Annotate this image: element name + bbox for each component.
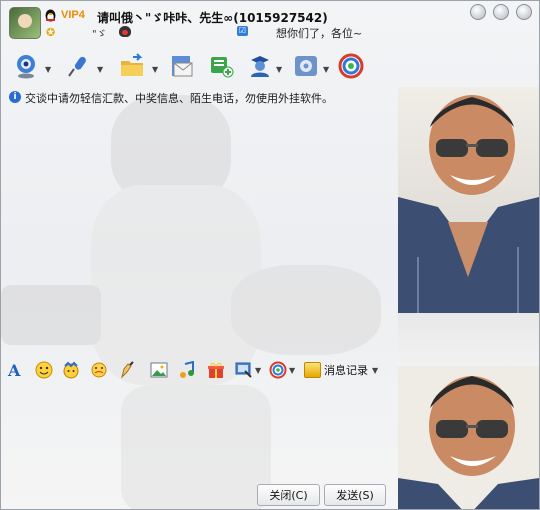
music-note-icon bbox=[180, 360, 194, 378]
magic-emoticon-button[interactable] bbox=[62, 361, 80, 379]
apps-button[interactable] bbox=[247, 53, 275, 79]
main-toolbar: ▼ ▼ ▼ ▼ ▼ bbox=[1, 47, 397, 85]
picture-icon bbox=[150, 362, 168, 378]
folder-icon bbox=[121, 53, 143, 76]
send-image-button[interactable] bbox=[150, 361, 168, 379]
contact-show-photo[interactable] bbox=[398, 87, 539, 313]
star-icon[interactable]: ✪ bbox=[46, 26, 55, 39]
hand-pen-icon bbox=[121, 361, 134, 379]
scrawl-button[interactable] bbox=[118, 361, 136, 379]
settings-button[interactable] bbox=[293, 53, 321, 79]
emoticon-button[interactable] bbox=[35, 361, 53, 379]
add-group-icon bbox=[211, 57, 234, 78]
apps-menu-caret[interactable]: ▼ bbox=[276, 65, 282, 74]
shake-button[interactable] bbox=[90, 361, 108, 379]
vip-badge: VIP4 bbox=[61, 9, 85, 21]
smiley-icon bbox=[35, 361, 53, 379]
shake-face-icon bbox=[91, 362, 107, 378]
title-bar: VIP4 请叫俄丶"ゞ咔咔、先生∞(1015927542) ✪ "ゞ ☑ 想你们… bbox=[1, 1, 539, 47]
microphone-icon bbox=[68, 56, 86, 77]
voice-call-button[interactable] bbox=[65, 53, 93, 79]
magic-face-icon bbox=[63, 361, 79, 379]
minimize-button[interactable] bbox=[470, 4, 486, 20]
create-discussion-button[interactable] bbox=[208, 53, 236, 79]
gear-icon bbox=[295, 56, 317, 76]
svg-text:A: A bbox=[7, 361, 21, 379]
message-record-button[interactable]: 消息记录 ▼ bbox=[304, 361, 378, 379]
close-window-button[interactable] bbox=[516, 4, 532, 20]
video-call-menu-caret[interactable]: ▼ bbox=[45, 65, 51, 74]
send-file-menu-caret[interactable]: ▼ bbox=[152, 65, 158, 74]
screenshot-menu-caret[interactable]: ▼ bbox=[255, 366, 261, 375]
message-record-label: 消息记录 bbox=[324, 364, 368, 377]
qq-penguin-icon bbox=[45, 9, 56, 22]
format-toolbar: A ▼ ▼ 消息记录 ▼ bbox=[1, 358, 396, 382]
contact-signature: 想你们了，各位~ bbox=[276, 27, 363, 40]
message-record-menu-caret[interactable]: ▼ bbox=[372, 366, 378, 375]
message-input[interactable] bbox=[1, 383, 396, 481]
close-button[interactable]: 关闭(C) bbox=[257, 484, 320, 506]
settings-menu-caret[interactable]: ▼ bbox=[323, 65, 329, 74]
soso-button[interactable] bbox=[338, 53, 366, 79]
contact-avatar[interactable] bbox=[9, 7, 41, 39]
qzone-icon[interactable]: ☑ bbox=[237, 26, 248, 36]
soso-search-button[interactable] bbox=[269, 361, 287, 379]
info-icon: i bbox=[9, 91, 21, 103]
video-call-button[interactable] bbox=[13, 53, 41, 79]
user-hat-icon bbox=[251, 56, 269, 77]
webcam-icon bbox=[17, 55, 35, 79]
photo-divider bbox=[398, 313, 539, 366]
screen-capture-icon bbox=[235, 362, 252, 378]
voice-call-menu-caret[interactable]: ▼ bbox=[97, 65, 103, 74]
send-file-button[interactable] bbox=[119, 53, 147, 79]
self-show-photo[interactable] bbox=[398, 366, 539, 509]
pet-icon[interactable] bbox=[119, 26, 131, 37]
chat-history-area[interactable] bbox=[1, 111, 396, 357]
message-record-icon bbox=[304, 362, 321, 378]
chat-window: VIP4 请叫俄丶"ゞ咔咔、先生∞(1015927542) ✪ "ゞ ☑ 想你们… bbox=[0, 0, 540, 510]
font-button[interactable]: A bbox=[6, 361, 24, 380]
gift-icon bbox=[208, 362, 224, 378]
security-notice: i 交谈中请勿轻信汇款、中奖信息、陌生电话，勿使用外挂软件。 bbox=[9, 90, 389, 106]
soso-small-icon bbox=[269, 361, 287, 379]
button-bar: 关闭(C) 发送(S) bbox=[1, 481, 396, 509]
gift-button[interactable] bbox=[207, 361, 225, 379]
contact-photo-image bbox=[398, 87, 539, 313]
envelope-icon bbox=[172, 56, 193, 77]
maximize-button[interactable] bbox=[493, 4, 509, 20]
self-photo-image bbox=[398, 366, 539, 509]
soso-menu-caret[interactable]: ▼ bbox=[289, 366, 295, 375]
soso-icon bbox=[338, 53, 364, 79]
contact-name[interactable]: 请叫俄丶"ゞ咔咔、先生∞(1015927542) bbox=[97, 9, 328, 26]
contact-status-text: "ゞ bbox=[92, 29, 107, 40]
screenshot-button[interactable] bbox=[235, 361, 253, 379]
send-button[interactable]: 发送(S) bbox=[324, 484, 386, 506]
music-button[interactable] bbox=[178, 360, 196, 379]
send-sms-button[interactable] bbox=[169, 53, 197, 79]
font-a-icon: A bbox=[7, 361, 21, 380]
security-notice-text: 交谈中请勿轻信汇款、中奖信息、陌生电话，勿使用外挂软件。 bbox=[25, 92, 333, 105]
